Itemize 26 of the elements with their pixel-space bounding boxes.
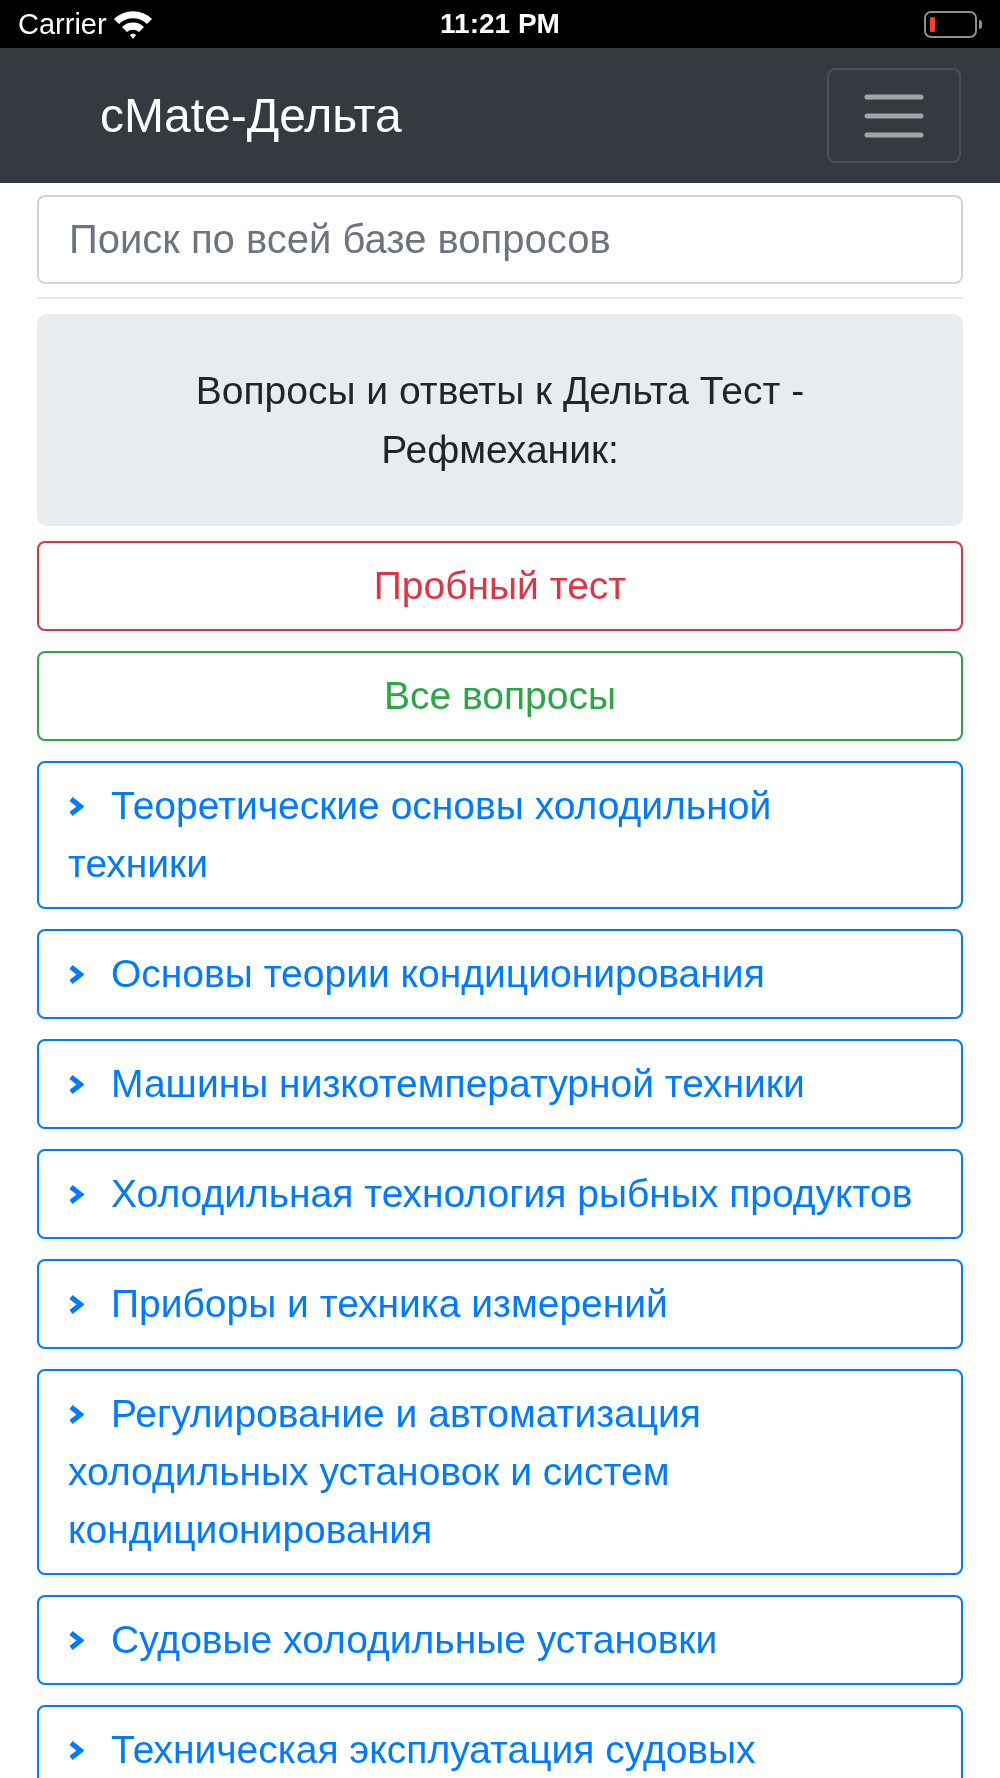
- category-button[interactable]: Техническая эксплуатация судовых: [37, 1705, 963, 1778]
- brand-link[interactable]: cMate-Дельта: [100, 87, 402, 144]
- practice-test-button[interactable]: Пробный тест: [37, 541, 963, 631]
- all-questions-button[interactable]: Все вопросы: [37, 651, 963, 741]
- clock-time: 11:21 PM: [440, 7, 560, 41]
- carrier-label: Carrier: [18, 7, 107, 41]
- category-button[interactable]: Холодильная технология рыбных продуктов: [37, 1149, 963, 1239]
- category-button[interactable]: Судовые холодильные установки: [37, 1595, 963, 1685]
- search-field[interactable]: Поиск по всей базе вопросов: [37, 195, 963, 284]
- intro-text: Вопросы и ответы к Дельта Тест - Рефмеханик:: [194, 368, 806, 473]
- chevron-right-icon: [68, 1405, 84, 1424]
- battery-icon: [924, 10, 982, 38]
- chevron-right-icon: [68, 965, 84, 984]
- chevron-right-icon: [68, 1185, 84, 1204]
- chevron-right-icon: [68, 797, 84, 816]
- chevron-right-icon: [68, 1075, 84, 1094]
- category-button[interactable]: Теоретические основы холодильной техники: [37, 761, 963, 909]
- chevron-right-icon: [68, 1741, 84, 1760]
- category-button[interactable]: Приборы и техника измерений: [37, 1259, 963, 1349]
- menu-button[interactable]: [827, 68, 961, 163]
- menu-icon: [864, 93, 924, 138]
- category-button[interactable]: Регулирование и автоматизация холодильных установок и систем кондиционирования: [37, 1369, 963, 1575]
- chevron-right-icon: [68, 1631, 84, 1650]
- category-button[interactable]: Машины низкотемпературной техники: [37, 1039, 963, 1129]
- chevron-right-icon: [68, 1295, 84, 1314]
- category-button[interactable]: Основы теории кондиционирования: [37, 929, 963, 1019]
